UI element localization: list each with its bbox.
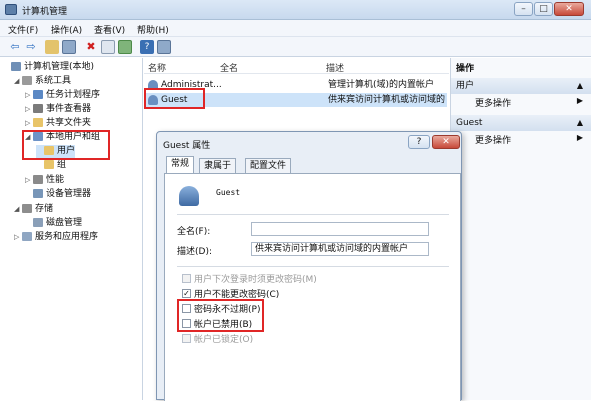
tools-icon: [22, 76, 32, 85]
tree-node[interactable]: 组: [36, 159, 66, 172]
actions-section-guest[interactable]: Guest: [451, 115, 591, 131]
tree-node-label: 设备管理器: [46, 189, 92, 199]
must-change-password-checkbox[interactable]: [182, 274, 191, 283]
menu-action[interactable]: 操作(A): [51, 23, 82, 36]
collapse-icon[interactable]: ▲: [577, 118, 583, 127]
window-title: 计算机管理: [22, 7, 68, 17]
tree-node[interactable]: ▷ 性能: [25, 174, 64, 187]
performance-icon: [33, 175, 43, 184]
collapsed-arrow-icon[interactable]: ▷: [25, 103, 33, 116]
actions-section-users[interactable]: 用户: [451, 78, 591, 94]
description-input[interactable]: 供来宾访问计算机或访问域的内置帐户: [251, 242, 429, 256]
tree-node-label: 性能: [46, 175, 65, 185]
tree-node-label: 服务和应用程序: [35, 232, 99, 242]
highlight-password-options: [177, 299, 264, 332]
account-locked-checkbox[interactable]: [182, 334, 191, 343]
tree-node-label: 计算机管理(本地): [24, 62, 95, 72]
description-label: 描述(D):: [177, 247, 212, 257]
tab-member-of[interactable]: 隶属于: [199, 158, 237, 173]
properties-icon[interactable]: [101, 40, 115, 54]
guest-properties-dialog: Guest 属性 ? ✕ 常规 隶属于 配置文件 Guest 全名(F): 描述…: [156, 131, 462, 401]
tree-node[interactable]: ◢ 系统工具: [14, 75, 71, 88]
show-hide-action-pane-icon[interactable]: [157, 40, 171, 54]
help-icon[interactable]: ?: [140, 40, 154, 54]
forward-icon[interactable]: ⇨: [24, 40, 38, 54]
tree-node[interactable]: 计算机管理(本地): [3, 61, 94, 74]
collapsed-arrow-icon[interactable]: ▷: [14, 231, 22, 244]
collapsed-arrow-icon[interactable]: ▷: [25, 117, 33, 130]
username-label: Guest: [216, 188, 241, 197]
services-icon: [22, 232, 32, 241]
menu-view[interactable]: 查看(V): [94, 23, 125, 36]
event-icon: [33, 104, 43, 113]
tree-node-label: 存储: [35, 204, 54, 214]
tree-node[interactable]: ▷ 共享文件夹: [25, 117, 91, 130]
close-button[interactable]: ✕: [554, 2, 584, 16]
computer-icon: [11, 62, 21, 71]
dialog-title: Guest 属性: [163, 141, 211, 151]
dialog-close-button[interactable]: ✕: [432, 135, 460, 149]
more-actions-users[interactable]: 更多操作: [475, 96, 511, 109]
disk-icon: [33, 218, 43, 227]
more-actions-guest[interactable]: 更多操作: [475, 133, 511, 146]
highlight-local-users-groups: [22, 130, 110, 160]
clock-icon: [33, 90, 43, 99]
submenu-arrow-icon: ▶: [576, 96, 583, 105]
expanded-arrow-icon[interactable]: ◢: [14, 75, 22, 88]
up-folder-icon[interactable]: [45, 40, 59, 54]
tab-general[interactable]: 常规: [166, 156, 195, 173]
expanded-arrow-icon[interactable]: ◢: [14, 203, 22, 216]
tree-node[interactable]: ▷ 服务和应用程序: [14, 231, 98, 244]
dialog-help-button[interactable]: ?: [408, 135, 430, 149]
menu-file[interactable]: 文件(F): [8, 23, 38, 36]
menu-bar: 文件(F) 操作(A) 查看(V) 帮助(H): [0, 20, 591, 37]
must-change-password-label: 用户下次登录时须更改密码(M): [194, 275, 317, 285]
show-hide-tree-icon[interactable]: [62, 40, 76, 54]
device-icon: [33, 189, 43, 198]
maximize-button[interactable]: □: [534, 2, 553, 16]
collapsed-arrow-icon[interactable]: ▷: [25, 89, 33, 102]
folder-icon: [33, 118, 43, 127]
minimize-button[interactable]: –: [514, 2, 533, 16]
account-locked-label: 帐户已锁定(O): [194, 335, 254, 345]
folder-icon: [44, 160, 54, 169]
tree-node-label: 事件查看器: [46, 104, 92, 114]
actions-header: 操作: [456, 64, 475, 74]
actions-pane: 操作 用户 ▲ 更多操作 ▶ Guest ▲ 更多操作 ▶: [450, 58, 591, 400]
cannot-change-password-checkbox[interactable]: ✓: [182, 289, 191, 298]
menu-help[interactable]: 帮助(H): [137, 23, 169, 36]
collapsed-arrow-icon[interactable]: ▷: [25, 174, 33, 187]
fullname-input[interactable]: [251, 222, 429, 236]
fullname-label: 全名(F):: [177, 227, 211, 237]
tree-node[interactable]: ◢ 存储: [14, 203, 53, 216]
console-tree: 计算机管理(本地) ◢ 系统工具 ▷ 任务计划程序 ▷ 事件查看器 ▷ 共享文件夹 ◢ 本地用户和组…: [0, 58, 143, 400]
tree-node-label: 磁盘管理: [46, 218, 83, 228]
tree-node-label: 共享文件夹: [46, 118, 92, 128]
storage-icon: [22, 204, 32, 213]
general-tab-panel: Guest 全名(F): 描述(D): 供来宾访问计算机或访问域的内置帐户 用户…: [164, 173, 461, 401]
back-icon[interactable]: ⇦: [8, 40, 22, 54]
highlight-guest-row: [144, 88, 205, 109]
export-list-icon[interactable]: [118, 40, 132, 54]
toolbar: ⇦ ⇨ ✖ ?: [0, 37, 591, 57]
tree-node[interactable]: ▷ 事件查看器: [25, 103, 91, 116]
tree-node[interactable]: 设备管理器: [25, 188, 91, 201]
collapse-icon[interactable]: ▲: [577, 81, 583, 90]
tree-node[interactable]: 磁盘管理: [25, 217, 82, 230]
window-titlebar: 计算机管理 – □ ✕: [0, 0, 591, 20]
user-description: 管理计算机(域)的内置帐户: [328, 80, 435, 90]
tree-node-label: 任务计划程序: [46, 90, 101, 100]
computer-management-app-icon: [5, 4, 17, 15]
user-avatar-icon: [179, 186, 199, 206]
user-description: 供来宾访问计算机或访问域的: [328, 95, 446, 105]
submenu-arrow-icon: ▶: [576, 133, 583, 142]
delete-icon[interactable]: ✖: [84, 40, 98, 54]
tree-node[interactable]: ▷ 任务计划程序: [25, 89, 100, 102]
tree-node-label: 组: [57, 160, 67, 170]
tree-node-label: 系统工具: [35, 76, 72, 86]
tab-profile[interactable]: 配置文件: [245, 158, 292, 173]
